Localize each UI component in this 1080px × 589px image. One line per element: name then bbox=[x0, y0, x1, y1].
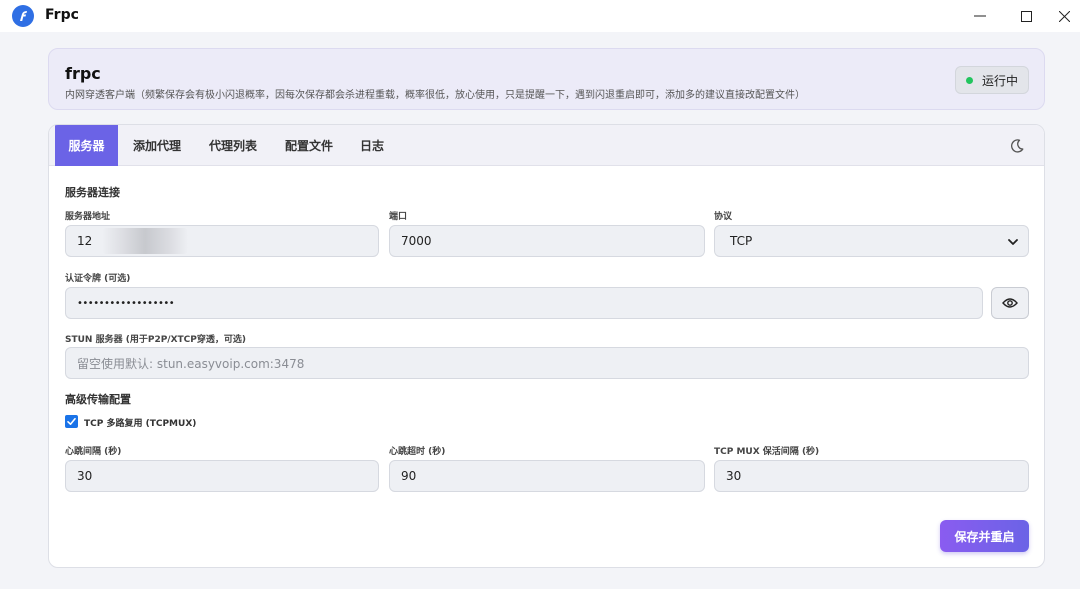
heartbeat-timeout-label: 心跳超时 (秒) bbox=[389, 447, 446, 457]
port-label: 端口 bbox=[389, 212, 408, 222]
status-badge: 运行中 bbox=[955, 66, 1029, 94]
header-card: frpc 内网穿透客户端（频繁保存会有极小闪退概率，因每次保存都会杀进程重载，概… bbox=[48, 48, 1045, 110]
stun-label: STUN 服务器 (用于P2P/XTCP穿透，可选) bbox=[65, 335, 246, 345]
redacted-mask bbox=[102, 228, 188, 254]
maximize-icon bbox=[1020, 10, 1032, 22]
chevron-down-icon bbox=[1008, 239, 1018, 245]
tcpmux-keepalive-input[interactable]: 30 bbox=[714, 460, 1029, 492]
tcpmux-label: TCP 多路复用 (TCPMUX) bbox=[84, 419, 197, 429]
check-icon bbox=[67, 418, 76, 425]
tcpmux-checkbox[interactable] bbox=[65, 415, 78, 428]
heartbeat-timeout-value: 90 bbox=[401, 469, 417, 483]
app-name-heading: frpc bbox=[65, 64, 101, 83]
protocol-select[interactable]: TCP bbox=[714, 225, 1029, 257]
tab-log[interactable]: 日志 bbox=[351, 125, 393, 166]
stun-placeholder: 留空使用默认: stun.easyvoip.com:3478 bbox=[77, 356, 305, 371]
protocol-value: TCP bbox=[730, 234, 753, 248]
heartbeat-timeout-input[interactable]: 90 bbox=[389, 460, 705, 492]
minimize-icon bbox=[974, 15, 986, 17]
tab-config-file[interactable]: 配置文件 bbox=[275, 125, 343, 166]
server-address-value: 12 bbox=[77, 234, 93, 248]
status-text: 运行中 bbox=[981, 73, 1018, 88]
stun-server-input[interactable]: 留空使用默认: stun.easyvoip.com:3478 bbox=[65, 347, 1029, 379]
port-value: 7000 bbox=[401, 234, 432, 248]
app-logo-icon bbox=[12, 5, 34, 27]
server-address-input[interactable]: 12 bbox=[65, 225, 379, 257]
moon-icon bbox=[1011, 139, 1024, 153]
minimize-button[interactable] bbox=[957, 0, 1003, 32]
tab-proxy-list[interactable]: 代理列表 bbox=[199, 125, 267, 166]
close-button[interactable] bbox=[1049, 0, 1080, 32]
advanced-section-title: 高级传输配置 bbox=[65, 393, 131, 406]
tab-server[interactable]: 服务器 bbox=[55, 125, 118, 166]
token-value: •••••••••••••••••• bbox=[77, 297, 175, 309]
protocol-label: 协议 bbox=[714, 212, 733, 222]
tcpmux-keepalive-value: 30 bbox=[726, 469, 742, 483]
server-address-label: 服务器地址 bbox=[65, 212, 111, 222]
status-dot-icon bbox=[965, 76, 973, 84]
heartbeat-interval-value: 30 bbox=[77, 469, 93, 483]
port-input[interactable]: 7000 bbox=[389, 225, 705, 257]
save-and-restart-button[interactable]: 保存并重启 bbox=[940, 520, 1029, 552]
eye-icon bbox=[1002, 298, 1018, 308]
token-label: 认证令牌 (可选) bbox=[65, 274, 131, 284]
heartbeat-interval-label: 心跳间隔 (秒) bbox=[65, 447, 122, 457]
theme-toggle-button[interactable] bbox=[1007, 136, 1027, 156]
app-description: 内网穿透客户端（频繁保存会有极小闪退概率，因每次保存都会杀进程重载，概率很低，放… bbox=[65, 90, 805, 101]
title-bar: Frpc bbox=[0, 0, 1080, 32]
token-input[interactable]: •••••••••••••••••• bbox=[65, 287, 983, 319]
tcpmux-keepalive-label: TCP MUX 保活间隔 (秒) bbox=[714, 447, 820, 457]
server-section-title: 服务器连接 bbox=[65, 186, 120, 199]
toggle-token-visibility-button[interactable] bbox=[991, 287, 1029, 319]
window-title: Frpc bbox=[45, 7, 79, 23]
tab-add-proxy[interactable]: 添加代理 bbox=[123, 125, 191, 166]
settings-card: 服务器 添加代理 代理列表 配置文件 日志 服务器连接 服务器地址 12 端口 … bbox=[48, 124, 1045, 568]
tab-bar: 服务器 添加代理 代理列表 配置文件 日志 bbox=[49, 125, 1044, 166]
heartbeat-interval-input[interactable]: 30 bbox=[65, 460, 379, 492]
maximize-button[interactable] bbox=[1003, 0, 1049, 32]
close-icon bbox=[1059, 10, 1070, 22]
